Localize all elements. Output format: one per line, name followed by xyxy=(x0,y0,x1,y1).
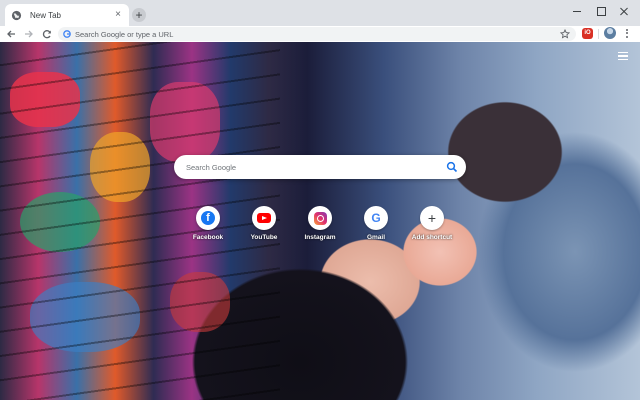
search-box[interactable] xyxy=(174,155,466,179)
shortcut-label: Instagram xyxy=(304,234,336,241)
globe-icon xyxy=(11,10,22,20)
close-tab-icon[interactable]: × xyxy=(113,10,123,20)
star-icon[interactable] xyxy=(560,29,570,39)
tab-title: New Tab xyxy=(30,10,61,20)
tab-strip: New Tab × + xyxy=(0,0,640,26)
tab-new-tab[interactable]: New Tab × xyxy=(5,4,129,26)
shortcut-label: Facebook xyxy=(192,234,224,241)
maximize-button[interactable] xyxy=(594,4,608,18)
shortcut-youtube[interactable]: YouTube xyxy=(236,206,292,241)
search-icon[interactable] xyxy=(446,161,458,173)
omnibox[interactable] xyxy=(58,27,576,41)
shortcut-gmail[interactable]: G Gmail xyxy=(348,206,404,241)
omnibox-input[interactable] xyxy=(75,29,515,39)
hamburger-menu-icon[interactable] xyxy=(618,52,628,61)
instagram-icon xyxy=(313,211,327,225)
shortcut-label: YouTube xyxy=(250,234,278,241)
youtube-icon xyxy=(257,213,271,223)
toolbar xyxy=(0,26,640,42)
arrow-right-icon xyxy=(25,30,33,38)
profile-avatar[interactable] xyxy=(604,27,616,39)
shortcut-label: Gmail xyxy=(366,234,386,241)
shortcut-facebook[interactable]: f Facebook xyxy=(180,206,236,241)
shortcut-label: Add shortcut xyxy=(411,234,453,241)
extension-icon[interactable]: iO xyxy=(582,28,593,39)
search-input[interactable] xyxy=(186,162,436,172)
google-g-icon xyxy=(63,30,71,38)
more-menu-icon[interactable] xyxy=(622,27,632,39)
shortcut-instagram[interactable]: Instagram xyxy=(292,206,348,241)
arrow-left-icon xyxy=(7,30,15,38)
add-shortcut-button[interactable]: + Add shortcut xyxy=(404,206,460,241)
new-tab-button[interactable]: + xyxy=(132,8,146,22)
facebook-icon: f xyxy=(201,211,215,225)
forward-button[interactable] xyxy=(22,27,36,41)
close-window-button[interactable] xyxy=(617,4,631,18)
back-button[interactable] xyxy=(4,27,18,41)
reload-button[interactable] xyxy=(40,27,54,41)
toolbar-divider xyxy=(598,29,599,39)
new-tab-page: f Facebook YouTube Instagram G Gmail + A… xyxy=(0,42,640,400)
google-icon: G xyxy=(371,211,381,225)
reload-icon xyxy=(42,30,51,39)
plus-icon: + xyxy=(427,210,437,226)
minimize-button[interactable] xyxy=(570,4,584,18)
